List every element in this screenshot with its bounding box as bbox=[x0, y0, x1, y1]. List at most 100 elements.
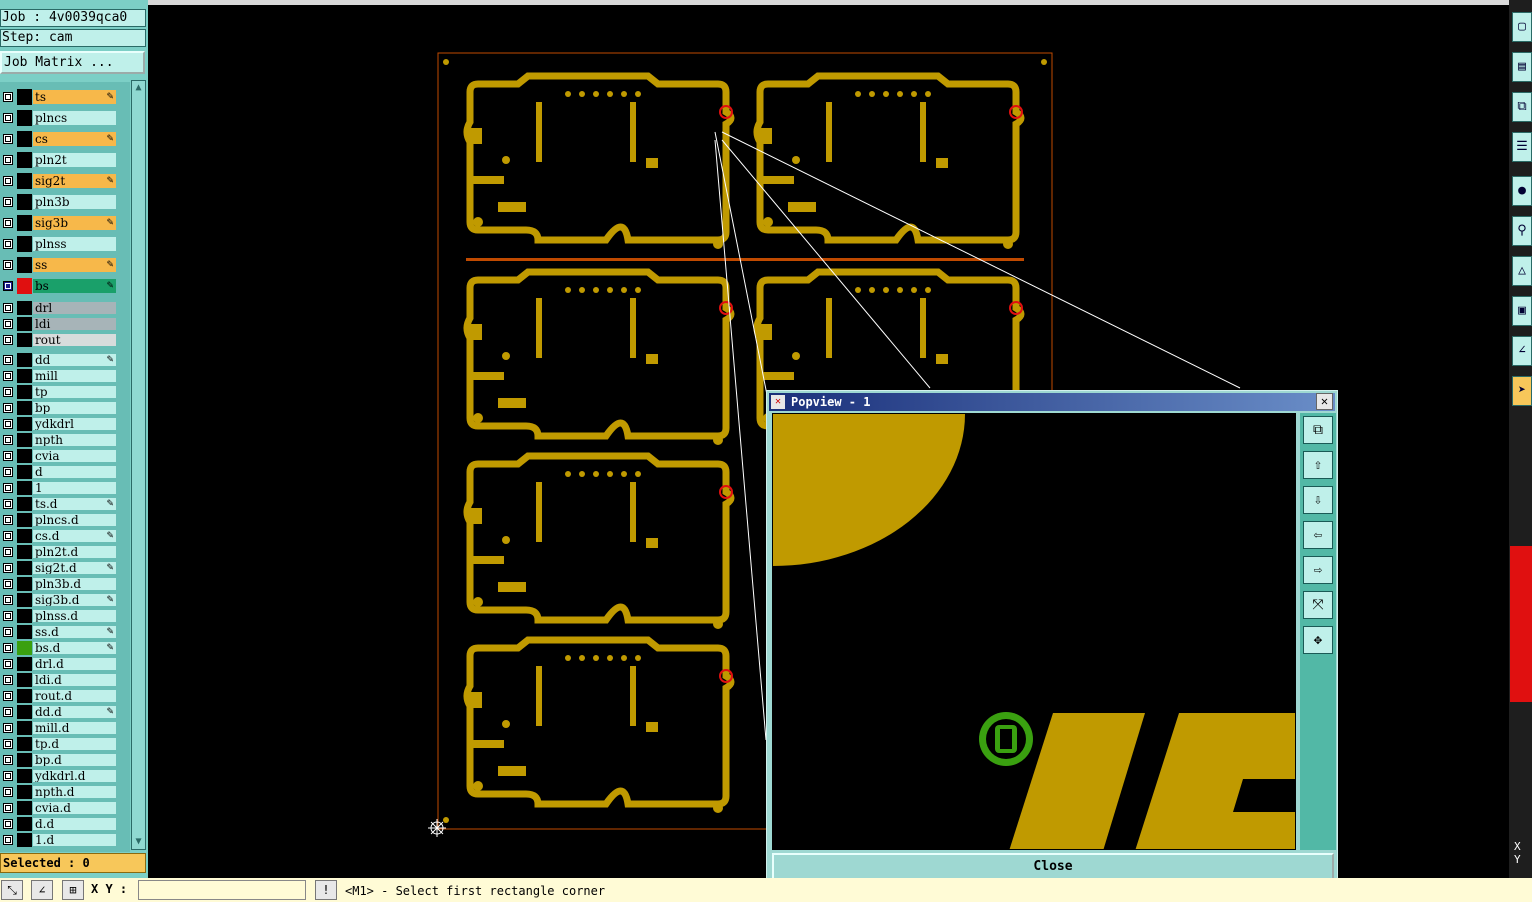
layer-row[interactable]: tp.d bbox=[0, 737, 130, 751]
layer-name[interactable]: tp.d bbox=[33, 738, 116, 750]
layer-checkbox[interactable] bbox=[3, 627, 13, 637]
layer-row[interactable]: plnss bbox=[0, 236, 130, 252]
layout-icon[interactable]: ▤ bbox=[1512, 52, 1532, 82]
layer-checkbox[interactable] bbox=[3, 499, 13, 509]
layer-color-swatch[interactable] bbox=[17, 785, 32, 799]
layer-row[interactable]: cvia bbox=[0, 449, 130, 463]
layer-checkbox[interactable] bbox=[3, 531, 13, 541]
layer-color-swatch[interactable] bbox=[17, 577, 32, 591]
layer-checkbox[interactable] bbox=[3, 819, 13, 829]
layer-checkbox[interactable] bbox=[3, 355, 13, 365]
layer-row[interactable]: ldi.d bbox=[0, 673, 130, 687]
layer-checkbox[interactable] bbox=[3, 218, 13, 228]
layer-checkbox[interactable] bbox=[3, 835, 13, 845]
layer-color-swatch[interactable] bbox=[17, 333, 32, 347]
layer-color-swatch[interactable] bbox=[17, 465, 32, 479]
layer-name[interactable]: pln3b.d bbox=[33, 578, 116, 590]
layer-checkbox[interactable] bbox=[3, 134, 13, 144]
triangle-icon[interactable]: △ bbox=[1512, 256, 1532, 286]
layer-name[interactable]: d.d bbox=[33, 818, 116, 830]
layer-name[interactable]: bs.d ✎ bbox=[33, 642, 116, 654]
layer-checkbox[interactable] bbox=[3, 579, 13, 589]
layer-checkbox[interactable] bbox=[3, 467, 13, 477]
layer-row[interactable]: dd ✎ bbox=[0, 353, 130, 367]
layer-color-swatch[interactable] bbox=[17, 385, 32, 399]
angle-snap-icon[interactable]: ∠ bbox=[31, 880, 53, 900]
layer-checkbox[interactable] bbox=[3, 435, 13, 445]
layer-color-swatch[interactable] bbox=[17, 609, 32, 623]
layer-color-swatch[interactable] bbox=[17, 561, 32, 575]
layer-row[interactable]: 1 bbox=[0, 481, 130, 495]
layer-row[interactable]: plncs.d bbox=[0, 513, 130, 527]
layer-name[interactable]: drl bbox=[33, 302, 116, 314]
layer-checkbox[interactable] bbox=[3, 371, 13, 381]
select-icon[interactable]: ▣ bbox=[1512, 296, 1532, 326]
layer-name[interactable]: bs ✎ bbox=[33, 279, 116, 293]
layer-color-swatch[interactable] bbox=[17, 369, 32, 383]
layer-color-swatch[interactable] bbox=[17, 173, 32, 189]
layer-checkbox[interactable] bbox=[3, 260, 13, 270]
layer-color-swatch[interactable] bbox=[17, 513, 32, 527]
layer-name[interactable]: dd ✎ bbox=[33, 354, 116, 366]
layer-name[interactable]: npth.d bbox=[33, 786, 116, 798]
layer-checkbox[interactable] bbox=[3, 675, 13, 685]
layer-checkbox[interactable] bbox=[3, 691, 13, 701]
layer-row[interactable]: plncs bbox=[0, 110, 130, 126]
info-icon[interactable]: ! bbox=[315, 880, 337, 900]
layer-name[interactable]: mill bbox=[33, 370, 116, 382]
layer-row[interactable]: bp bbox=[0, 401, 130, 415]
layer-checkbox[interactable] bbox=[3, 755, 13, 765]
layer-color-swatch[interactable] bbox=[17, 131, 32, 147]
layer-checkbox[interactable] bbox=[3, 387, 13, 397]
layer-name[interactable]: pln2t bbox=[33, 153, 116, 167]
layer-name[interactable]: plnss bbox=[33, 237, 116, 251]
layer-color-swatch[interactable] bbox=[17, 278, 32, 294]
layer-color-swatch[interactable] bbox=[17, 152, 32, 168]
layer-name[interactable]: npth bbox=[33, 434, 116, 446]
layer-checkbox[interactable] bbox=[3, 659, 13, 669]
layer-name[interactable]: d bbox=[33, 466, 116, 478]
layer-color-swatch[interactable] bbox=[17, 753, 32, 767]
layer-name[interactable]: plnss.d bbox=[33, 610, 116, 622]
layer-color-swatch[interactable] bbox=[17, 545, 32, 559]
layer-name[interactable]: dd.d ✎ bbox=[33, 706, 116, 718]
layer-row[interactable]: ydkdrl bbox=[0, 417, 130, 431]
layer-checkbox[interactable] bbox=[3, 197, 13, 207]
layer-checkbox[interactable] bbox=[3, 563, 13, 573]
layer-checkbox[interactable] bbox=[3, 643, 13, 653]
layer-row[interactable]: ss ✎ bbox=[0, 257, 130, 273]
layer-checkbox[interactable] bbox=[3, 787, 13, 797]
window-icon[interactable]: ▢ bbox=[1512, 12, 1532, 42]
layer-name[interactable]: ts.d ✎ bbox=[33, 498, 116, 510]
layer-row[interactable]: rout bbox=[0, 333, 130, 347]
layer-row[interactable]: bs ✎ bbox=[0, 278, 130, 294]
layer-row[interactable]: ts ✎ bbox=[0, 89, 130, 105]
layer-row[interactable]: ldi bbox=[0, 317, 130, 331]
layer-checkbox[interactable] bbox=[3, 723, 13, 733]
layer-name[interactable]: rout.d bbox=[33, 690, 116, 702]
layer-color-swatch[interactable] bbox=[17, 737, 32, 751]
layer-color-swatch[interactable] bbox=[17, 657, 32, 671]
layer-row[interactable]: cs ✎ bbox=[0, 131, 130, 147]
layer-list-scrollbar[interactable]: ▲ ▼ bbox=[131, 80, 146, 850]
zoom-in-icon[interactable]: ✥ bbox=[1303, 626, 1333, 654]
layer-name[interactable]: ts ✎ bbox=[33, 90, 116, 104]
layer-name[interactable]: cvia bbox=[33, 450, 116, 462]
layer-color-swatch[interactable] bbox=[17, 433, 32, 447]
pointer-icon[interactable]: ➤ bbox=[1512, 376, 1532, 406]
layer-checkbox[interactable] bbox=[3, 303, 13, 313]
layer-color-swatch[interactable] bbox=[17, 721, 32, 735]
pan-left-icon[interactable]: ⇦ bbox=[1303, 521, 1333, 549]
layer-name[interactable]: pln3b bbox=[33, 195, 116, 209]
pan-right-icon[interactable]: ⇨ bbox=[1303, 556, 1333, 584]
layer-row[interactable]: pln3b.d bbox=[0, 577, 130, 591]
zoom-out-icon[interactable]: ⤧ bbox=[1303, 591, 1333, 619]
layer-color-swatch[interactable] bbox=[17, 769, 32, 783]
layer-row[interactable]: pln2t.d bbox=[0, 545, 130, 559]
pan-up-icon[interactable]: ⇧ bbox=[1303, 451, 1333, 479]
layer-checkbox[interactable] bbox=[3, 771, 13, 781]
layer-checkbox[interactable] bbox=[3, 319, 13, 329]
layer-row[interactable]: plnss.d bbox=[0, 609, 130, 623]
job-matrix-button[interactable]: Job Matrix ... bbox=[0, 51, 145, 74]
layer-name[interactable]: cs ✎ bbox=[33, 132, 116, 146]
